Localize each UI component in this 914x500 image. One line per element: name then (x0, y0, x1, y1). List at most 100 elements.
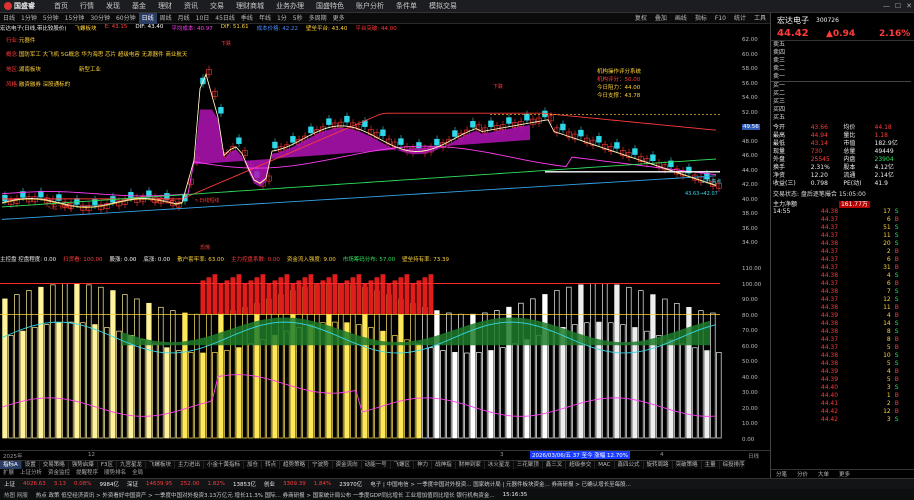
period-tab-15[interactable]: 多周期 (306, 13, 330, 24)
order-row[interactable]: 买二 (771, 90, 911, 98)
indicator-tab2-5[interactable]: 全局 (129, 469, 146, 478)
indicator-tab2-0[interactable]: 扩展 (0, 469, 17, 478)
tool-0[interactable]: 复权 (631, 13, 651, 24)
tool-4[interactable]: F10 (711, 13, 730, 24)
sub-bar (8, 334, 14, 439)
order-row[interactable]: 买四 (771, 106, 911, 114)
indicator-tab-9[interactable]: 加仓 (244, 461, 263, 469)
news-item-1[interactable]: 热点 政策 低空经济资讯 > 外资看好中国资产 > 一季度中国对外投资3.13万… (32, 491, 499, 499)
period-tab-2[interactable]: 5分钟 (40, 13, 62, 24)
order-row[interactable]: 卖二 (771, 65, 911, 73)
menu-item-3[interactable]: 基金 (126, 0, 152, 13)
period-tab-14[interactable]: 5秒 (290, 13, 306, 24)
indicator-tab-27[interactable]: 主量 (702, 461, 720, 469)
news-item-2[interactable]: 15:16:35 (499, 492, 532, 498)
menu-item-1[interactable]: 行情 (74, 0, 100, 13)
menu-item-0[interactable]: 首页 (48, 0, 74, 13)
sub-bar (38, 286, 44, 439)
quote-tab-1[interactable]: 分价 (792, 470, 813, 478)
order-row[interactable]: 卖一 (771, 73, 911, 82)
period-tab-1[interactable]: 1分钟 (18, 13, 40, 24)
menu-item-2[interactable]: 发现 (100, 0, 126, 13)
tick-row: 44.39 4 B (771, 312, 911, 320)
quote-tab-3[interactable]: 更多 (834, 470, 855, 478)
indicator-tab-2[interactable]: 交易策略 (40, 461, 69, 469)
indicator-tab-4[interactable]: F3区 (98, 461, 117, 469)
tool-6[interactable]: 工具 (750, 13, 770, 24)
quote-tab-2[interactable]: 大单 (813, 470, 834, 478)
indicator-tab-14[interactable]: 动能一号 (362, 461, 391, 469)
period-tab-8[interactable]: 月线 (175, 13, 193, 24)
period-tab-0[interactable]: 日线 (0, 13, 18, 24)
menu-item-8[interactable]: 业务办理 (270, 0, 310, 13)
order-volume (888, 57, 911, 65)
period-tab-12[interactable]: 年线 (256, 13, 274, 24)
indicator-tab2-1[interactable]: 上证分析 (17, 469, 45, 478)
period-tab-3[interactable]: 15分钟 (62, 13, 88, 24)
indicator-tab2-2[interactable]: 资金监控 (45, 469, 73, 478)
tool-2[interactable]: 画线 (671, 13, 691, 24)
menu-item-7[interactable]: 理财商城 (230, 0, 270, 13)
indicator-tab-3[interactable]: 强势启爆 (69, 461, 98, 469)
period-tab-11[interactable]: 季线 (238, 13, 256, 24)
kline-chart[interactable] (0, 34, 740, 254)
indicator-tab-5[interactable]: 九宫星龙 (117, 461, 146, 469)
order-row[interactable]: 卖三 (771, 57, 911, 65)
indicator-tab-13[interactable]: 资金流向 (333, 461, 362, 469)
indicator-tab-18[interactable]: 财神到家 (456, 461, 485, 469)
indicator-tab-12[interactable]: 宁波势 (309, 461, 333, 469)
period-tab-9[interactable]: 10日 (193, 13, 213, 24)
maximize-icon[interactable]: ☐ (895, 0, 901, 13)
indicator-tab-1[interactable]: 设置 (22, 461, 40, 469)
indicator-tab-20[interactable]: 三花聚顶 (514, 461, 543, 469)
period-tab-5[interactable]: 60分钟 (113, 13, 139, 24)
menu-item-12[interactable]: 模拟交易 (423, 0, 463, 13)
quote-tab-0[interactable]: 分笔 (771, 470, 792, 478)
indicator-tab2-4[interactable]: 顺势排名 (101, 469, 129, 478)
indicator-tab-28[interactable]: 综投排序 (720, 461, 745, 469)
indicator-tab-10[interactable]: 转点 (262, 461, 281, 469)
tool-5[interactable]: 统计 (730, 13, 750, 24)
indicator-tab-7[interactable]: 主力进出 (175, 461, 205, 469)
period-tab-16[interactable]: 更多 (330, 13, 348, 24)
indicator-tab-26[interactable]: 突破策略 (673, 461, 702, 469)
tool-3[interactable]: 指标 (691, 13, 711, 24)
indicator-tab-23[interactable]: MAC (595, 461, 615, 469)
period-tab-13[interactable]: 1分 (274, 13, 290, 24)
period-tab-4[interactable]: 30分钟 (87, 13, 113, 24)
indicator-tab-11[interactable]: 趋势策略 (280, 461, 310, 469)
indicator-tab-17[interactable]: 战神指 (432, 461, 456, 469)
indicator-tab-21[interactable]: 鑫三叉 (543, 461, 567, 469)
indicator-tab-0[interactable]: 指标A (0, 461, 22, 469)
indicator-tab-22[interactable]: 超级参交 (566, 461, 596, 469)
menu-item-6[interactable]: 交易 (204, 0, 230, 13)
sub-indicator-chart[interactable] (0, 264, 740, 450)
indicator-tab-25[interactable]: 旋转周路 (644, 461, 673, 469)
indicator-tab2-3[interactable]: 提醒程序 (73, 469, 101, 478)
menu-item-11[interactable]: 条件单 (390, 0, 423, 13)
order-row[interactable]: 买一 (771, 82, 911, 91)
tool-1[interactable]: 叠加 (651, 13, 671, 24)
menu-item-9[interactable]: 国盛特色 (310, 0, 350, 13)
order-row[interactable]: 卖四 (771, 49, 911, 57)
order-row[interactable]: 买三 (771, 98, 911, 106)
candle-body (236, 137, 242, 144)
close-icon[interactable]: ✕ (906, 0, 912, 13)
indicator-tab-19[interactable]: 冰火星龙 (485, 461, 514, 469)
menu-item-4[interactable]: 理财 (152, 0, 178, 13)
period-tab-6[interactable]: 日线 (138, 12, 157, 24)
indicator-tab-16[interactable]: 神力 (414, 461, 433, 469)
period-tab-10[interactable]: 45日线 (212, 13, 238, 24)
order-row[interactable]: 卖五 (771, 41, 911, 49)
indicator-tab-24[interactable]: 鑫四公式 (615, 461, 644, 469)
indicator-tab-6[interactable]: 飞螺板块 (146, 461, 176, 469)
order-row[interactable]: 买五 (771, 114, 911, 122)
news-item-0[interactable]: 热图 网服 (0, 491, 32, 499)
menu-item-10[interactable]: 账户分析 (350, 0, 390, 13)
period-tab-7[interactable]: 周线 (157, 13, 175, 24)
minimize-icon[interactable]: — (883, 0, 890, 13)
indicator-tab-8[interactable]: 小金十黄指标 (204, 461, 245, 469)
menu-item-5[interactable]: 资讯 (178, 0, 204, 13)
indicator-tab-15[interactable]: 飞螺区 (391, 461, 415, 469)
stat-row: 换手 2.31% 股本 4.12亿 (771, 164, 911, 172)
